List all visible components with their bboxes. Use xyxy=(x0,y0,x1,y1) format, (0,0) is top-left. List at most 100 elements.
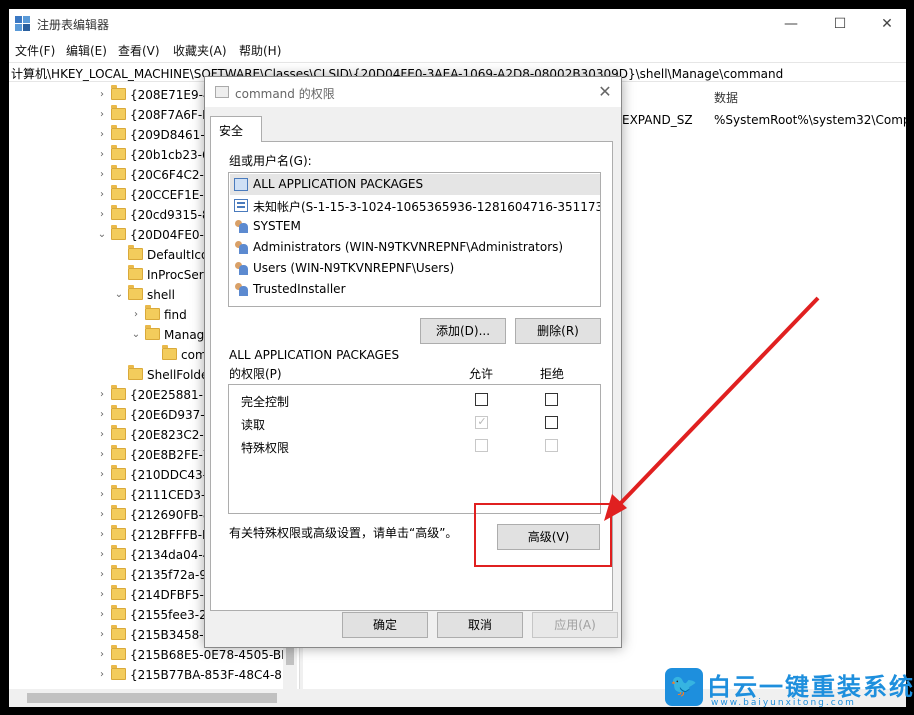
user-name: 未知帐户(S-1-15-3-1024-1065365936-1281604716… xyxy=(253,200,601,214)
folder-icon xyxy=(111,225,126,240)
chevron-right-icon[interactable]: › xyxy=(96,408,108,422)
tree-item-label: {2134da04-4 xyxy=(130,548,211,562)
chevron-down-icon[interactable]: ⌄ xyxy=(130,328,142,342)
user-list-item[interactable]: Administrators (WIN-N9TKVNREPNF\Administ… xyxy=(230,237,600,258)
permission-special: 特殊权限 xyxy=(241,441,290,455)
chevron-right-icon[interactable]: › xyxy=(96,88,108,102)
tree-item-label: {20cd9315-8 xyxy=(130,208,210,222)
tree-item-label: {20C6F4C2-8 xyxy=(130,168,212,182)
permissions-list[interactable]: 完全控制 读取 ✓ 特殊权限 xyxy=(228,384,601,514)
chevron-right-icon[interactable]: › xyxy=(130,308,142,322)
chevron-right-icon[interactable]: › xyxy=(96,148,108,162)
chevron-down-icon[interactable]: ⌄ xyxy=(96,228,108,242)
remove-button[interactable]: 删除(R) xyxy=(515,318,601,344)
full-control-deny-checkbox[interactable] xyxy=(545,393,558,406)
tree-item-label: com xyxy=(181,348,207,362)
dialog-window-icon xyxy=(215,86,229,98)
chevron-right-icon[interactable]: › xyxy=(96,128,108,142)
special-allow-checkbox xyxy=(475,439,488,452)
chevron-right-icon[interactable]: › xyxy=(96,388,108,402)
folder-icon xyxy=(111,645,126,660)
tree-item-label: {208E71E9-4 xyxy=(130,88,211,102)
menu-favorites[interactable]: 收藏夹(A) xyxy=(173,42,227,59)
chevron-right-icon[interactable]: › xyxy=(96,648,108,662)
tree-item-label: {215B68E5-0E78-4505-BE4 xyxy=(130,648,297,662)
tree-item[interactable]: › {215B68E5-0E78-4505-BE4 xyxy=(9,645,297,665)
column-header-data[interactable]: 数据 xyxy=(714,89,738,106)
user-name: Users (WIN-N9TKVNREPNF\Users) xyxy=(253,261,455,275)
chevron-right-icon[interactable]: › xyxy=(96,208,108,222)
full-control-allow-checkbox[interactable] xyxy=(475,393,488,406)
chevron-right-icon[interactable]: › xyxy=(96,448,108,462)
folder-icon xyxy=(111,145,126,160)
folder-icon xyxy=(111,125,126,140)
folder-icon xyxy=(111,165,126,180)
twitter-bird-icon: 🐦 xyxy=(665,668,703,706)
chevron-right-icon[interactable]: › xyxy=(96,188,108,202)
folder-icon xyxy=(111,525,126,540)
window-title: 注册表编辑器 xyxy=(37,18,110,32)
folder-icon xyxy=(111,385,126,400)
tree-item-label: {215B77BA-853F-48C4-8D xyxy=(130,668,292,682)
checkmark-icon: ✓ xyxy=(477,415,487,428)
chevron-right-icon[interactable]: › xyxy=(96,548,108,562)
tab-security[interactable]: 安全 xyxy=(210,116,262,142)
user-list-item[interactable]: Users (WIN-N9TKVNREPNF\Users) xyxy=(230,258,600,279)
chevron-right-icon[interactable]: › xyxy=(96,468,108,482)
tree-item[interactable]: › {215B77BA-853F-48C4-8D xyxy=(9,665,297,685)
tree-item-label: Manag xyxy=(164,328,205,342)
dialog-close-icon[interactable]: ✕ xyxy=(593,80,617,104)
chevron-right-icon[interactable]: › xyxy=(96,528,108,542)
add-button[interactable]: 添加(D)... xyxy=(420,318,506,344)
chevron-right-icon[interactable]: › xyxy=(96,168,108,182)
user-list-item[interactable]: ALL APPLICATION PACKAGES xyxy=(230,174,600,195)
chevron-down-icon[interactable]: ⌄ xyxy=(113,288,125,302)
advanced-hint: 有关特殊权限或高级设置，请单击“高级”。 xyxy=(229,526,458,540)
folder-icon xyxy=(111,605,126,620)
folder-icon xyxy=(111,465,126,480)
tree-item-label: ShellFolde xyxy=(147,368,209,382)
scroll-thumb[interactable] xyxy=(27,693,277,703)
chevron-right-icon[interactable]: › xyxy=(96,628,108,642)
cancel-button[interactable]: 取消 xyxy=(437,612,523,638)
chevron-right-icon[interactable]: › xyxy=(96,568,108,582)
minimize-button[interactable]: — xyxy=(768,9,814,39)
user-list-item[interactable]: 未知帐户(S-1-15-3-1024-1065365936-1281604716… xyxy=(230,195,600,216)
chevron-right-icon[interactable]: › xyxy=(96,608,108,622)
permissions-label: 的权限(P) xyxy=(229,367,282,381)
tree-item-label: shell xyxy=(147,288,175,302)
user-name: Administrators (WIN-N9TKVNREPNF\Administ… xyxy=(253,240,564,254)
folder-icon xyxy=(111,565,126,580)
chevron-right-icon[interactable]: › xyxy=(96,108,108,122)
chevron-right-icon[interactable]: › xyxy=(96,668,108,682)
chevron-right-icon[interactable]: › xyxy=(96,428,108,442)
users-listbox[interactable]: ALL APPLICATION PACKAGES 未知帐户(S-1-15-3-10… xyxy=(228,172,601,307)
menu-file[interactable]: 文件(F) xyxy=(15,42,55,59)
user-name: SYSTEM xyxy=(253,219,301,233)
user-list-item[interactable]: SYSTEM xyxy=(230,216,600,237)
folder-icon xyxy=(145,305,160,320)
tree-item-label: {209D8461-E xyxy=(130,128,213,142)
ok-button[interactable]: 确定 xyxy=(342,612,428,638)
read-deny-checkbox[interactable] xyxy=(545,416,558,429)
chevron-right-icon[interactable]: › xyxy=(96,508,108,522)
chevron-right-icon[interactable]: › xyxy=(96,588,108,602)
folder-icon xyxy=(111,85,126,100)
maximize-button[interactable]: ☐ xyxy=(817,9,863,39)
menu-bar: 文件(F) 编辑(E) 查看(V) 收藏夹(A) 帮助(H) xyxy=(9,39,906,61)
value-type-cell: EXPAND_SZ xyxy=(622,113,693,127)
tree-item-label: {20E6D937-F xyxy=(130,408,212,422)
tree-item-label: {20E823C2-6 xyxy=(130,428,212,442)
close-button[interactable]: ✕ xyxy=(864,9,906,39)
menu-view[interactable]: 查看(V) xyxy=(118,42,160,59)
folder-icon xyxy=(111,425,126,440)
menu-edit[interactable]: 编辑(E) xyxy=(66,42,107,59)
chevron-right-icon[interactable]: › xyxy=(96,488,108,502)
menu-help[interactable]: 帮助(H) xyxy=(239,42,281,59)
tree-item-label: {2135f72a-90 xyxy=(130,568,215,582)
user-list-item[interactable]: TrustedInstaller xyxy=(230,279,600,300)
